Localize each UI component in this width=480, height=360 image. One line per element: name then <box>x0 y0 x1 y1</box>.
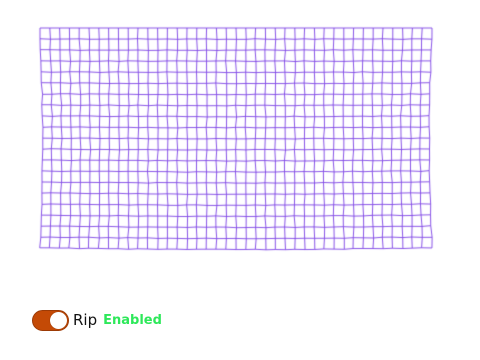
controls-bar: Rip Enabled <box>32 309 162 331</box>
rip-toggle-label: Rip <box>73 310 98 329</box>
cloth-simulation: Rip Enabled <box>0 0 480 360</box>
rip-toggle[interactable] <box>32 309 69 331</box>
cloth-canvas[interactable] <box>0 0 480 360</box>
toggle-knob <box>50 311 67 329</box>
status-badge: Enabled <box>103 312 162 328</box>
